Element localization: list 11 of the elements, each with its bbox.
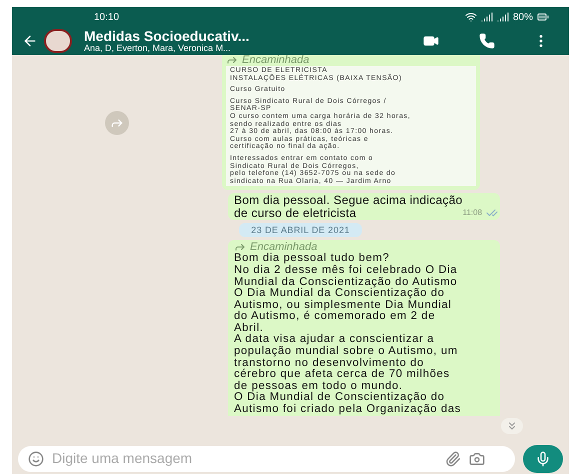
- chat-subtitle: Ana, D, Everton, Mara, Veronica M...: [84, 44, 232, 53]
- status-time: 10:10: [94, 10, 120, 24]
- message-input-text[interactable]: Digite uma mensagem: [52, 448, 437, 469]
- message-text: Bom dia pessoal tudo bem? No dia 2 desse mês foi celebrado O Dia Mundial da Conscientização do Autismo O Dia Mundial da Conscientização do Autismo, ou simplesmente Dia Mundial do Autismo, é comemorado em 2 de Abril. A data visa ajudar a conscientizar a população mundial sobre o Autismo, um transtorno no desenvolvimento do cérebro que afeta cerca de 70 milhões de pessoas em todo o mundo. O Dia Mundial de Conscientização do Autismo foi criado pela Organização das: [234, 253, 462, 416]
- message-time: 11:08: [462, 207, 482, 220]
- chat-title[interactable]: Medidas Socioeducativ...: [84, 29, 250, 43]
- message-input[interactable]: Digite uma mensagem: [18, 446, 515, 472]
- battery-percent: 80%: [512, 10, 533, 24]
- message-text: Bom dia pessoal. Segue acima indicação de curso de eletricista: [234, 194, 463, 220]
- forwarded-label: Encaminhada: [250, 242, 318, 253]
- date-chip: 23 DE ABRIL DE 2021: [239, 223, 362, 238]
